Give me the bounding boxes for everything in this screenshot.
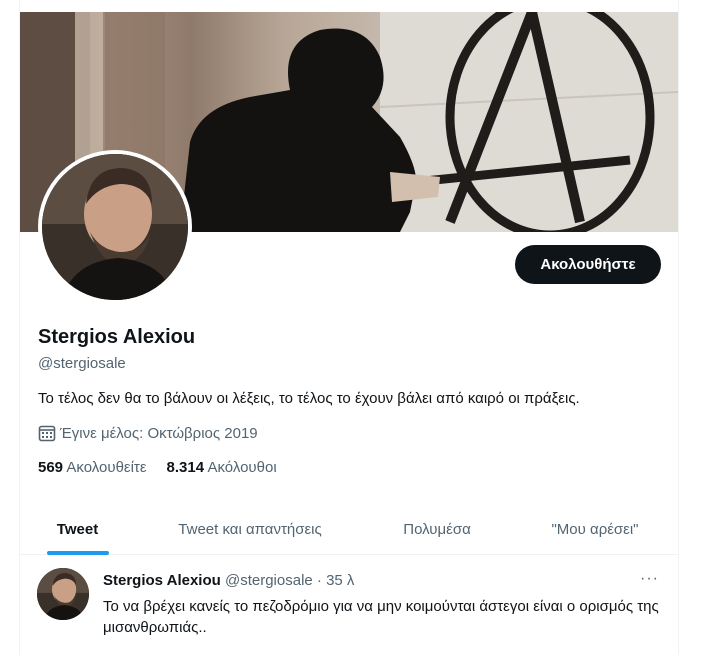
tab-tweets[interactable]: Tweet <box>20 503 135 555</box>
follow-button[interactable]: Ακολουθήστε <box>515 245 661 284</box>
tweet-author-meta: @stergiosale · 35 λ <box>224 572 355 589</box>
joined-date: Έγινε μέλος: Οκτώβριος 2019 <box>38 424 258 442</box>
profile-handle: @stergiosale <box>38 355 126 372</box>
tweet-header: Stergios Alexiou @stergiosale · 35 λ <box>103 572 354 589</box>
following-link[interactable]: 569 Ακολουθείτε <box>38 459 147 476</box>
following-label: Ακολουθείτε <box>66 459 147 476</box>
tab-label: Tweet και απαντήσεις <box>178 520 322 538</box>
followers-count: 8.314 <box>166 459 205 476</box>
tab-label: Tweet <box>56 520 99 538</box>
tweet-author-name[interactable]: Stergios Alexiou <box>103 572 221 589</box>
avatar <box>42 154 188 300</box>
followers-label: Ακόλουθοι <box>207 459 277 476</box>
profile-tabs: Tweet Tweet και απαντήσεις Πολυμέσα "Μου… <box>20 503 678 555</box>
tab-media[interactable]: Πολυμέσα <box>370 503 504 555</box>
profile-column: Ακολουθήστε Stergios Alexiou @stergiosal… <box>19 0 679 655</box>
followers-link[interactable]: 8.314 Ακόλουθοι <box>167 459 277 476</box>
tab-label: "Μου αρέσει" <box>551 520 639 538</box>
tweet-text: Το να βρέχει κανείς το πεζοδρόμιο για να… <box>103 598 659 636</box>
joined-text: Έγινε μέλος: Οκτώβριος 2019 <box>60 424 258 442</box>
follow-stats: 569 Ακολουθείτε 8.314 Ακόλουθοι <box>38 459 277 476</box>
following-count: 569 <box>38 459 64 476</box>
tab-label: Πολυμέσα <box>403 520 471 538</box>
tweet[interactable]: Stergios Alexiou @stergiosale · 35 λ ···… <box>20 556 678 655</box>
tab-likes[interactable]: "Μου αρέσει" <box>520 503 670 555</box>
profile-name: Stergios Alexiou <box>38 326 196 348</box>
profile-bio: Το τέλος δεν θα το βάλουν οι λέξεις, το … <box>38 390 580 407</box>
tweet-avatar[interactable] <box>37 568 89 620</box>
profile-avatar[interactable] <box>38 150 192 304</box>
calendar-icon <box>38 424 56 442</box>
tab-tweets-and-replies[interactable]: Tweet και απαντήσεις <box>150 503 350 555</box>
more-icon[interactable]: ··· <box>640 570 659 588</box>
active-tab-indicator <box>46 551 109 555</box>
